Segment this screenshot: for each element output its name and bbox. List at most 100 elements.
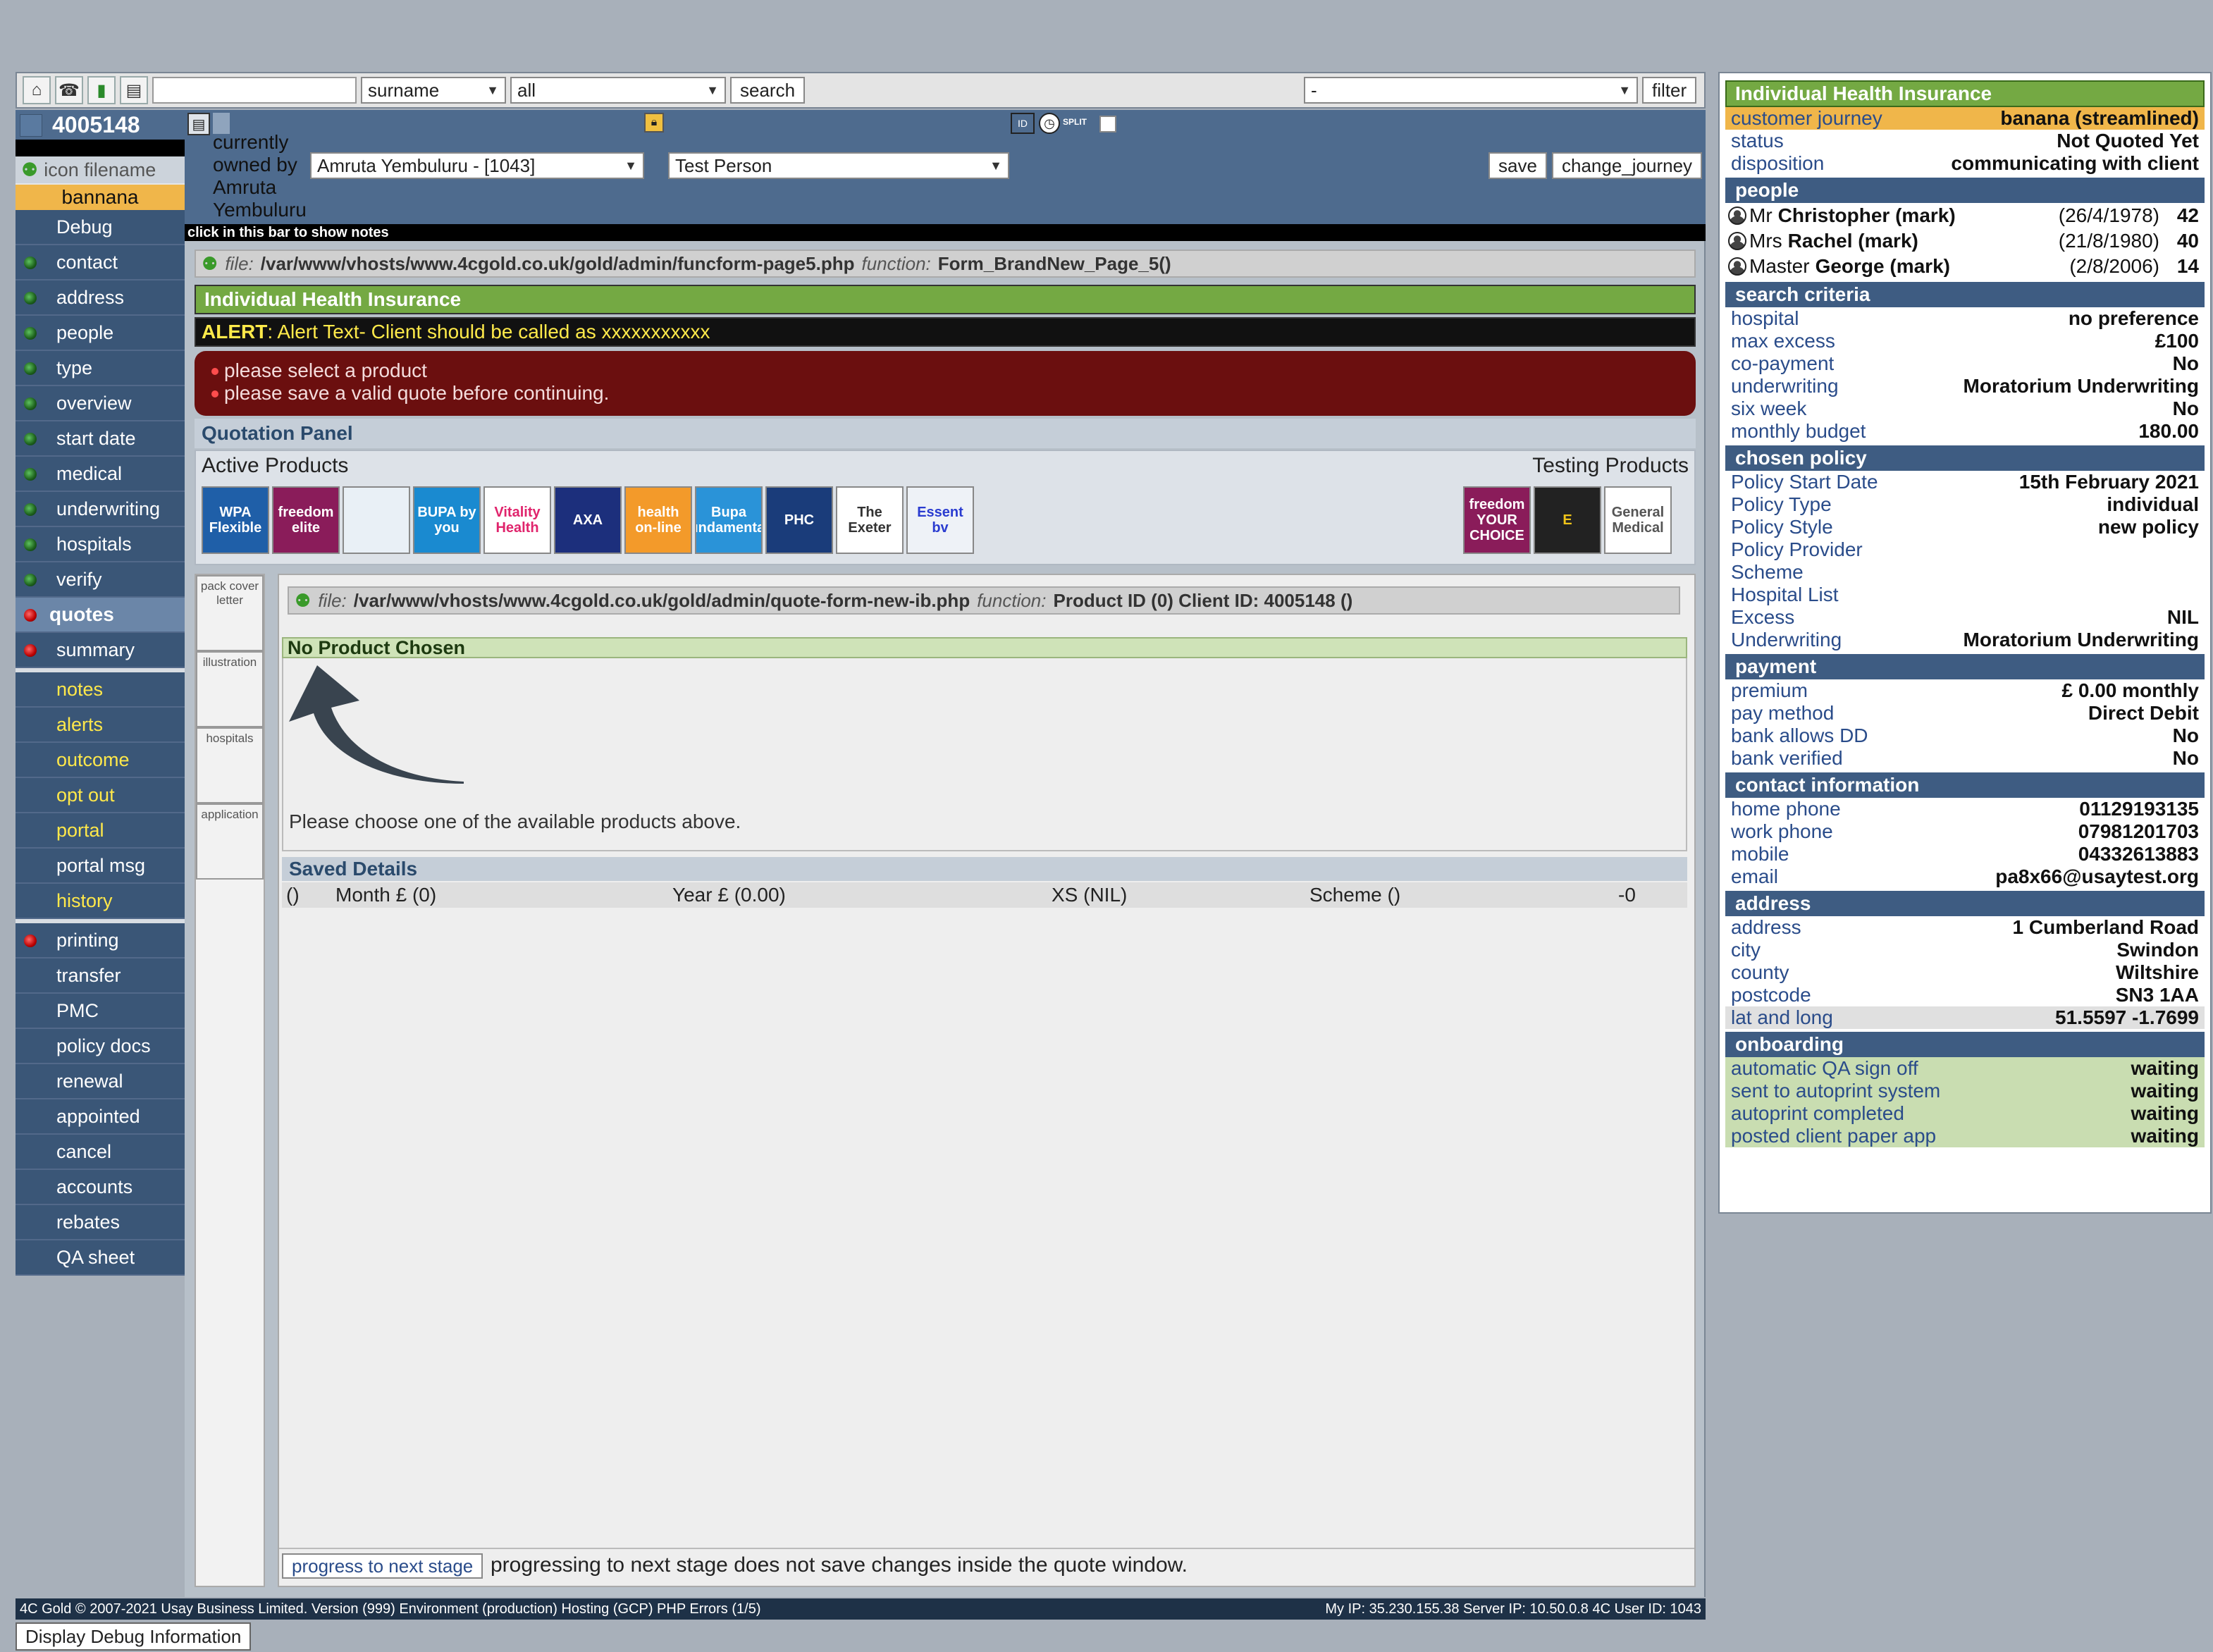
person-select[interactable]: Test Person ▼ xyxy=(668,152,1009,179)
filter-button[interactable]: filter xyxy=(1642,77,1697,104)
status-green-icon xyxy=(24,292,37,304)
search-button[interactable]: search xyxy=(730,77,806,104)
sidebar-item-outcome[interactable]: outcome xyxy=(16,743,185,778)
wpa-flexible-logo[interactable]: WPA Flexible xyxy=(202,486,269,554)
id-icon[interactable]: ID xyxy=(1011,113,1035,134)
sidebar-item-label: PMC xyxy=(56,999,99,1021)
person-row[interactable]: Mrs Rachel (mark) (21/8/1980) 40 xyxy=(1725,228,2205,254)
sidebar-item-contact[interactable]: contact xyxy=(16,245,185,281)
bug-icon: ⚉ xyxy=(295,589,312,611)
saved-cell: Scheme () xyxy=(1309,884,1401,906)
freedom-elite-logo[interactable]: freedom elite xyxy=(272,486,340,554)
lock-icon[interactable]: 🔒︎ xyxy=(644,113,664,132)
notes-toggle-icon[interactable]: ▤ xyxy=(187,113,210,135)
filter-select[interactable]: - ▼ xyxy=(1304,77,1639,104)
vitality-health-logo[interactable]: Vitality Health xyxy=(483,486,551,554)
sidebar-item-verify[interactable]: verify xyxy=(16,562,185,598)
status-red-icon xyxy=(24,644,37,657)
sidebar-item-policy-docs[interactable]: policy docs xyxy=(16,1029,185,1064)
sidebar-item-label: people xyxy=(56,321,114,343)
e-logo[interactable]: E xyxy=(1534,486,1601,554)
person-age: 42 xyxy=(2176,204,2199,226)
person-row[interactable]: Mr Christopher (mark) (26/4/1978) 42 xyxy=(1725,203,2205,228)
home-icon[interactable]: ⌂ xyxy=(23,76,51,104)
search-field-select[interactable]: surname ▼ xyxy=(361,77,506,104)
side-tab-pack-cover-letter[interactable]: pack cover letter xyxy=(196,575,264,651)
address-row: postcode SN3 1AA xyxy=(1725,984,2205,1006)
progress-next-stage-button[interactable]: progress to next stage xyxy=(282,1553,483,1579)
bug-icon: ⚉ xyxy=(202,252,218,274)
side-tab-application[interactable]: application xyxy=(196,803,264,880)
sidebar-item-type[interactable]: type xyxy=(16,351,185,386)
save-button[interactable]: save xyxy=(1488,152,1547,179)
sidebar-item-overview[interactable]: overview xyxy=(16,386,185,421)
sidebar-item-label: verify xyxy=(56,568,102,590)
change-journey-button[interactable]: change_journey xyxy=(1552,152,1703,179)
sidebar-item-cancel[interactable]: cancel xyxy=(16,1135,185,1170)
health-on-line-logo[interactable]: health on-line xyxy=(624,486,692,554)
sidebar-item-transfer[interactable]: transfer xyxy=(16,958,185,994)
sidebar-item-printing[interactable]: printing xyxy=(16,923,185,958)
sidebar-item-people[interactable]: people xyxy=(16,316,185,351)
bupa-by-you-logo[interactable]: BUPA by you xyxy=(413,486,481,554)
the-exeter-logo[interactable]: The Exeter xyxy=(836,486,904,554)
notes-bar[interactable]: click in this bar to show notes xyxy=(185,224,1706,241)
sidebar-item-appointed[interactable]: appointed xyxy=(16,1099,185,1135)
sidebar-item-qa-sheet[interactable]: QA sheet xyxy=(16,1240,185,1276)
sidebar-item-hospitals[interactable]: hospitals xyxy=(16,527,185,562)
sidebar-item-alerts[interactable]: alerts xyxy=(16,708,185,743)
sidebar-item-debug[interactable]: Debug xyxy=(16,210,185,245)
aviva-logo[interactable] xyxy=(343,486,410,554)
side-tab-hospitals[interactable]: hospitals xyxy=(196,727,264,803)
payment-heading: payment xyxy=(1725,654,2205,679)
sidebar-item-quotes[interactable]: quotes xyxy=(16,598,185,633)
person-dob: (2/8/2006) xyxy=(2069,255,2159,277)
search-scope-select[interactable]: all ▼ xyxy=(510,77,726,104)
person-select-wrap: Test Person ▼ xyxy=(668,152,1009,179)
new-document-icon[interactable]: ▮ xyxy=(87,76,116,104)
sidebar-item-notes[interactable]: notes xyxy=(16,672,185,708)
bupa-fundamentals-logo[interactable]: Bupa Fundamentals xyxy=(695,486,763,554)
sidebar: 4005148 ⚉ icon filename bannana Debug cont… xyxy=(16,110,185,1276)
phc-logo[interactable]: PHC xyxy=(765,486,833,554)
display-debug-button[interactable]: Display Debug Information xyxy=(16,1622,252,1651)
sidebar-item-history[interactable]: history xyxy=(16,884,185,919)
split-label[interactable]: SPLIT xyxy=(1063,117,1087,127)
split-checkbox[interactable] xyxy=(1099,116,1116,132)
person-row[interactable]: Master George (mark) (2/8/2006) 14 xyxy=(1725,254,2205,279)
sidebar-item-rebates[interactable]: rebates xyxy=(16,1205,185,1240)
phone-icon[interactable]: ☎ xyxy=(55,76,83,104)
sidebar-item-label: Debug xyxy=(56,216,113,238)
person-name: Rachel (mark) xyxy=(1787,230,1918,252)
sidebar-item-label: alerts xyxy=(56,713,104,735)
essential-logo[interactable]: Essent bv xyxy=(906,486,974,554)
sidebar-item-renewal[interactable]: renewal xyxy=(16,1064,185,1099)
search-row: hospital no preference xyxy=(1725,307,2205,330)
freedom-your-choice-logo[interactable]: freedom YOUR CHOICE xyxy=(1463,486,1531,554)
axa-logo[interactable]: AXA xyxy=(554,486,622,554)
sidebar-item-portal[interactable]: portal xyxy=(16,813,185,849)
sidebar-item-accounts[interactable]: accounts xyxy=(16,1170,185,1205)
sidebar-item-portal-msg[interactable]: portal msg xyxy=(16,849,185,884)
sidebar-item-pmc[interactable]: PMC xyxy=(16,994,185,1029)
sidebar-item-address[interactable]: address xyxy=(16,281,185,316)
row-value: Wiltshire xyxy=(2116,961,2199,983)
sidebar-item-summary[interactable]: summary xyxy=(16,633,185,668)
sidebar-item-underwriting[interactable]: underwriting xyxy=(16,492,185,527)
side-tab-illustration[interactable]: illustration xyxy=(196,651,264,727)
row-key: work phone xyxy=(1731,820,1833,842)
row-key: Scheme xyxy=(1731,561,1804,583)
sidebar-item-start-date[interactable]: start date xyxy=(16,421,185,457)
clock-icon[interactable]: ◷ xyxy=(1039,113,1060,134)
chevron-down-icon: ▼ xyxy=(990,158,1002,173)
general-medical-logo[interactable]: General Medical xyxy=(1604,486,1672,554)
owner-select[interactable]: Amruta Yembuluru - [1043] ▼ xyxy=(310,152,644,179)
row-value: 180.00 xyxy=(2138,420,2199,442)
people-heading: people xyxy=(1725,178,2205,203)
sidebar-item-medical[interactable]: medical xyxy=(16,457,185,492)
row-key: disposition xyxy=(1731,152,1825,174)
sidebar-item-opt-out[interactable]: opt out xyxy=(16,778,185,813)
search-input[interactable] xyxy=(152,77,357,104)
icon-filename[interactable]: ⚉ icon filename xyxy=(16,156,185,185)
document-icon[interactable]: ▤ xyxy=(120,76,148,104)
